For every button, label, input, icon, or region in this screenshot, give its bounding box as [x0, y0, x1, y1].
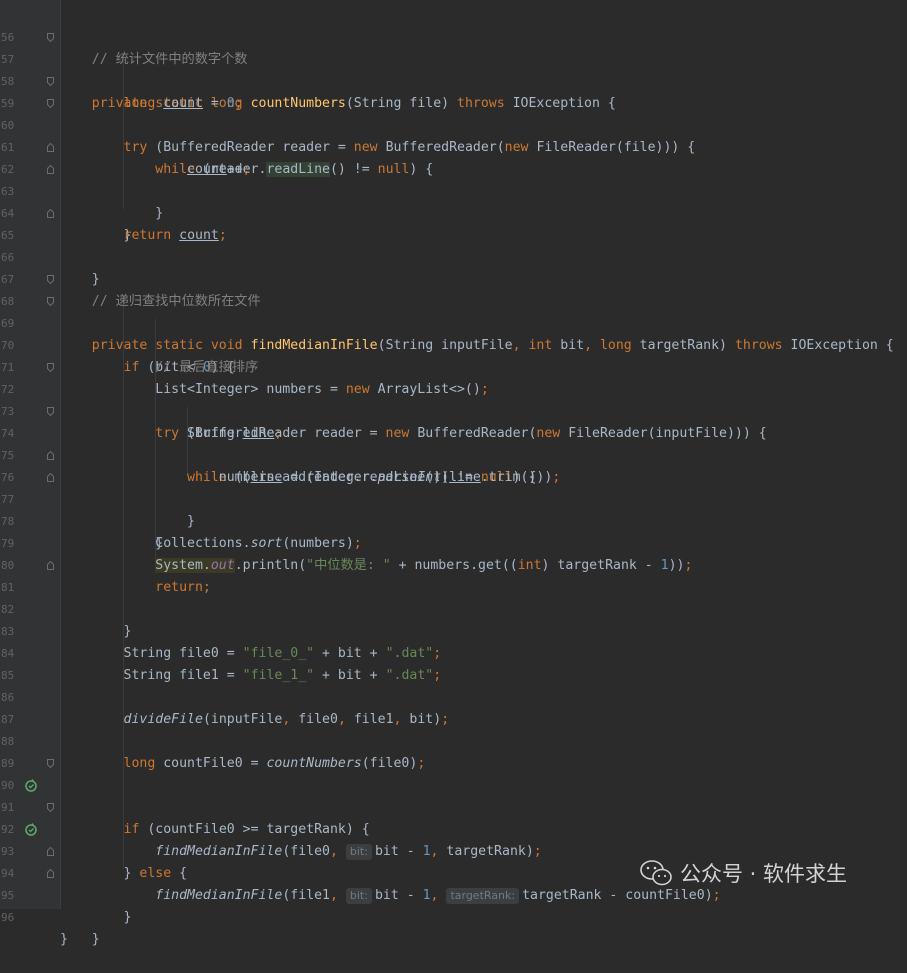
fold-icon[interactable] — [47, 297, 54, 306]
fold-icon[interactable] — [47, 473, 54, 482]
fold-icon[interactable] — [47, 99, 54, 108]
code-line: 72 try (BufferedReader reader = new Buff… — [0, 357, 907, 441]
code-line: 91 findMedianInFile(file0, bit: bit - 1, … — [0, 775, 907, 860]
line-code[interactable]: } — [60, 907, 132, 929]
code-line: 84 String file1 = "file_1_" + bit + ".da… — [0, 621, 907, 683]
code-line: 64 return count; — [0, 181, 907, 243]
recursive-call-icon[interactable] — [24, 779, 38, 793]
fold-icon[interactable] — [47, 803, 54, 812]
code-line: 66 — [0, 225, 907, 264]
watermark-text: 公众号 · 软件求生 — [680, 862, 848, 886]
code-line: 69 if (bit < 0) { — [0, 291, 907, 375]
fold-icon[interactable] — [47, 209, 54, 218]
recursive-call-icon[interactable] — [24, 823, 38, 837]
fold-icon[interactable] — [47, 165, 54, 174]
code-line: 85 — [0, 643, 907, 682]
code-line: 89 — [0, 731, 907, 770]
fold-icon[interactable] — [47, 759, 54, 768]
fold-icon[interactable] — [47, 77, 54, 86]
code-line: 62 } — [0, 137, 907, 221]
code-line: 73 String line; — [0, 379, 907, 441]
code-line: 82 — [0, 577, 907, 616]
fold-icon[interactable] — [47, 451, 54, 460]
code-line: 87 — [0, 687, 907, 726]
line-number: 96 — [1, 911, 15, 924]
code-editor[interactable]: 56 // 统计文件中的数字个数 57 private static long … — [0, 0, 907, 947]
fold-icon[interactable] — [47, 847, 54, 856]
code-line: 58 long count = 0; — [0, 49, 907, 111]
code-line: 59 try (BufferedReader reader = new Buff… — [0, 71, 907, 155]
code-line: 93 findMedianInFile(file1, bit: bit - 1, … — [0, 819, 907, 904]
code-line: 56 // 统计文件中的数字个数 — [0, 5, 907, 67]
line-code[interactable]: } — [60, 929, 68, 951]
code-line: 92 } else { — [0, 797, 907, 881]
code-line: 67 // 递归查找中位数所在文件 — [0, 247, 907, 309]
code-line: 96 } — [0, 885, 907, 947]
fold-icon[interactable] — [47, 869, 54, 878]
code-line: 70 // 最后直接排序 — [0, 313, 907, 375]
code-line: 71 List<Integer> numbers = new ArrayList… — [0, 335, 907, 397]
code-line: 83 String file0 = "file_0_" + bit + ".da… — [0, 599, 907, 661]
wechat-icon — [640, 860, 672, 886]
code-line: 90 if (countFile0 >= targetRank) { — [0, 753, 907, 837]
fold-icon[interactable] — [47, 363, 54, 372]
fold-icon[interactable] — [47, 561, 54, 570]
code-line: 77 } — [0, 467, 907, 551]
fold-icon[interactable] — [47, 143, 54, 152]
code-line: 78 Collections.sort(numbers); — [0, 489, 907, 551]
code-line: 79 System.out.println("中位数是: " + numbers… — [0, 511, 907, 573]
code-line: 63 } — [0, 159, 907, 243]
fold-icon[interactable] — [47, 407, 54, 416]
code-line: 75 numbers.add(Integer.parseInt(line.tri… — [0, 423, 907, 485]
code-line: 57 private static long countNumbers(Stri… — [0, 27, 907, 111]
code-line: 74 while ((line = reader.readLine()) != … — [0, 401, 907, 485]
fold-icon[interactable] — [47, 275, 54, 284]
code-line: 68 private static void findMedianInFile(… — [0, 269, 907, 353]
code-line: 60 while (reader.readLine() != null) { — [0, 93, 907, 177]
watermark: 公众号 · 软件求生 — [640, 858, 847, 888]
code-line: 65 } — [0, 203, 907, 287]
code-line: 81 } — [0, 555, 907, 639]
code-line: 80 return; — [0, 533, 907, 595]
code-line: 61 count++; — [0, 115, 907, 177]
code-line: 86 divideFile(inputFile, file0, file1, b… — [0, 665, 907, 727]
code-line: 88 long countFile0 = countNumbers(file0)… — [0, 709, 907, 771]
code-line: 76 } — [0, 445, 907, 529]
fold-icon[interactable] — [47, 33, 54, 42]
